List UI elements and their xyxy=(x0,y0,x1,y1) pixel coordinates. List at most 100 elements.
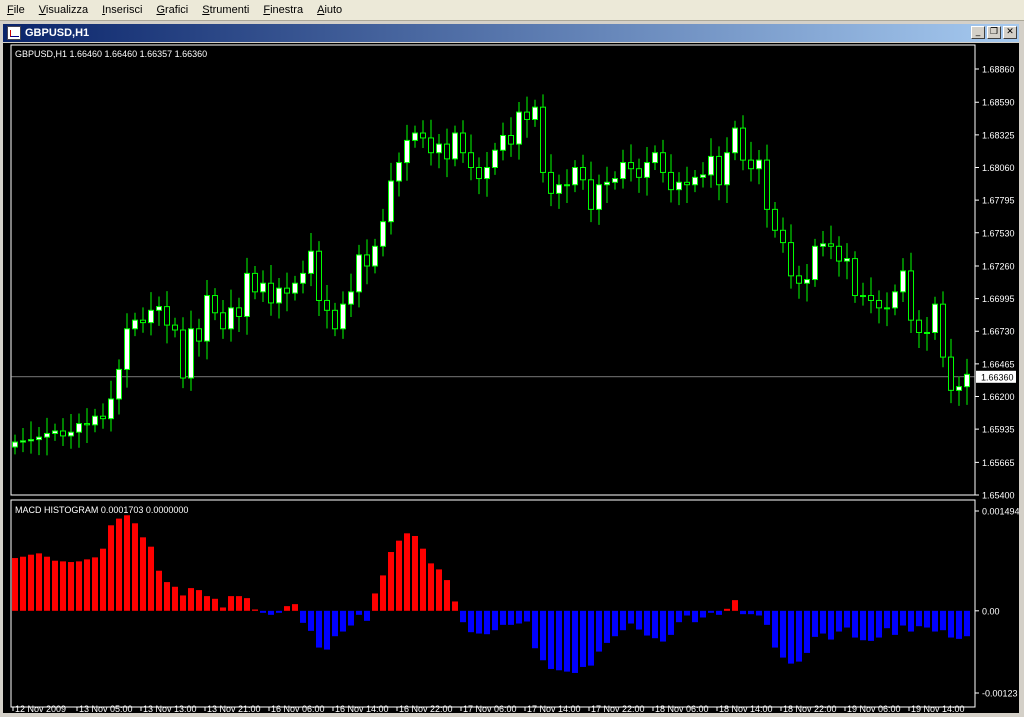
histogram-bar xyxy=(484,610,490,635)
menu-finestra[interactable]: Finestra xyxy=(256,0,310,20)
candle-body xyxy=(756,159,762,170)
chart-svg[interactable]: 1.68860 1.68590 1.68325 1.68060 1.67795 1.675… xyxy=(3,43,1020,714)
candle-body xyxy=(724,152,730,186)
window-titlebar[interactable]: GBPUSD,H1 _ ❐ ✕ xyxy=(3,24,1019,42)
menu-visualizza[interactable]: Visualizza xyxy=(32,0,95,20)
candle-body xyxy=(260,282,266,293)
histogram-bar xyxy=(884,610,890,629)
histogram-bar xyxy=(508,610,514,625)
histogram-bar xyxy=(676,610,682,623)
candle-body xyxy=(276,287,282,304)
histogram-bar xyxy=(948,610,954,638)
candle-body xyxy=(236,307,242,317)
hist-tick-label: -0.00123 xyxy=(982,689,1018,699)
candle-body xyxy=(140,319,146,324)
chart-area[interactable]: 1.68860 1.68590 1.68325 1.68060 1.67795 1.675… xyxy=(3,43,1020,714)
histogram-bar xyxy=(708,610,714,613)
candle-body xyxy=(108,398,114,420)
candle-body xyxy=(804,279,810,284)
candle-body xyxy=(292,282,298,294)
candle-body xyxy=(788,242,794,277)
candle-body xyxy=(692,176,698,186)
candle-body xyxy=(604,181,610,186)
histogram-bar xyxy=(108,525,114,611)
menu-inserisci[interactable]: Inserisci xyxy=(95,0,149,20)
histogram-bar xyxy=(636,610,642,630)
histogram-bar xyxy=(844,610,850,628)
candle-body xyxy=(36,436,42,441)
candle-body xyxy=(628,162,634,170)
histogram-bar xyxy=(404,533,410,611)
price-tick-label: 1.67795 xyxy=(982,196,1015,206)
histogram-bar xyxy=(740,610,746,615)
histogram-bar xyxy=(764,610,770,625)
histogram-bar xyxy=(268,610,274,615)
candle-body xyxy=(572,166,578,186)
menu-grafici[interactable]: Grafici xyxy=(149,0,195,20)
histogram-bar xyxy=(20,556,26,611)
histogram-bar xyxy=(580,610,586,667)
candle-body xyxy=(372,245,378,267)
histogram-bar xyxy=(452,601,458,611)
histogram-bar xyxy=(412,535,418,611)
histogram-bar xyxy=(564,610,570,672)
candle-body xyxy=(884,307,890,310)
histogram-bar xyxy=(588,610,594,666)
window-title: GBPUSD,H1 xyxy=(25,27,90,39)
histogram-bar xyxy=(92,557,98,611)
candle-body xyxy=(84,423,90,426)
candle-body xyxy=(196,328,202,342)
price-tick-label: 1.66730 xyxy=(982,327,1015,337)
histogram-bar xyxy=(172,586,178,611)
candle-body xyxy=(60,430,66,437)
price-tick-label: 1.68860 xyxy=(982,65,1015,75)
histogram-bar xyxy=(860,610,866,641)
restore-icon[interactable]: ❐ xyxy=(987,26,1001,39)
menu-strumenti[interactable]: Strumenti xyxy=(195,0,256,20)
candle-body xyxy=(708,155,714,176)
chart-window-icon xyxy=(7,26,21,40)
histogram-bar xyxy=(500,610,506,625)
candle-body xyxy=(916,319,922,333)
histogram-bar xyxy=(700,610,706,618)
close-icon[interactable]: ✕ xyxy=(1003,26,1017,39)
histogram-bar xyxy=(868,610,874,641)
candle-body xyxy=(12,441,18,448)
time-tick-label: 19 Nov 14:00 xyxy=(911,704,965,713)
histogram-bar xyxy=(644,610,650,636)
minimize-icon[interactable]: _ xyxy=(971,26,985,39)
candle-body xyxy=(764,159,770,210)
menu-file[interactable]: File xyxy=(0,0,32,20)
candle-body xyxy=(212,295,218,314)
time-tick-label: 12 Nov 2009 xyxy=(15,704,66,713)
histogram-bar xyxy=(260,610,266,613)
time-tick-label: 13 Nov 13:00 xyxy=(143,704,197,713)
histogram-bar xyxy=(668,610,674,635)
candle-body xyxy=(428,137,434,154)
histogram-bar xyxy=(556,610,562,671)
candle-body xyxy=(924,331,930,334)
candle-body xyxy=(868,295,874,301)
time-tick-label: 13 Nov 05:00 xyxy=(79,704,133,713)
candle-body xyxy=(68,431,74,437)
histogram-bar xyxy=(132,523,138,611)
candle-body xyxy=(188,328,194,379)
price-tick-label: 1.66995 xyxy=(982,294,1015,304)
candle-body xyxy=(948,356,954,391)
candle-body xyxy=(700,174,706,178)
menu-aiuto[interactable]: Aiuto xyxy=(310,0,349,20)
histogram-bar xyxy=(876,610,882,638)
histogram-bar xyxy=(476,610,482,634)
time-tick-label: 17 Nov 06:00 xyxy=(463,704,517,713)
candle-body xyxy=(580,166,586,181)
candle-body xyxy=(316,250,322,301)
histogram-bar xyxy=(828,610,834,640)
histogram-bar xyxy=(124,515,130,611)
candle-body xyxy=(684,181,690,186)
candle-body xyxy=(652,152,658,164)
histogram-bar xyxy=(156,570,162,611)
price-tick-label: 1.65665 xyxy=(982,458,1015,468)
histogram-bar xyxy=(796,610,802,662)
price-panel-frame xyxy=(10,44,976,496)
histogram-bar xyxy=(916,610,922,627)
